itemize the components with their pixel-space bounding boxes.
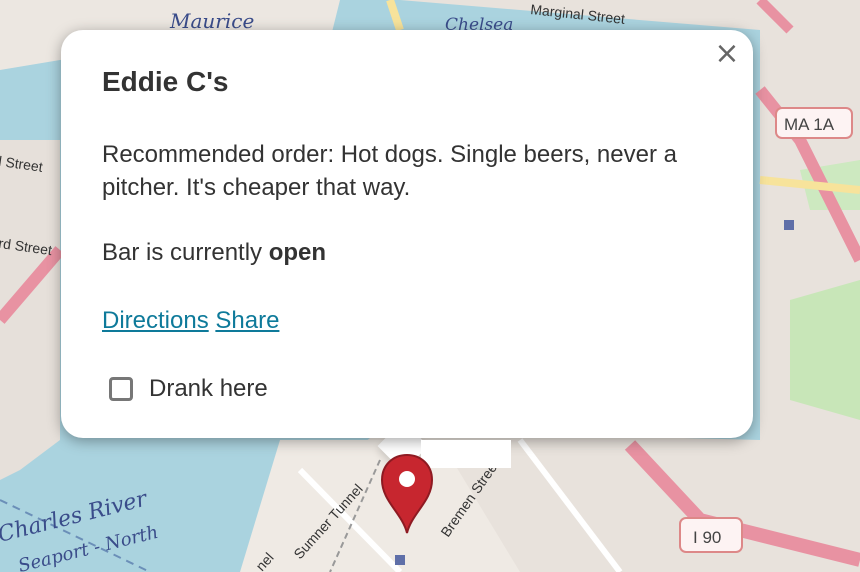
drank-here-checkbox[interactable] <box>109 377 133 401</box>
svg-text:I 90: I 90 <box>693 528 721 547</box>
route-shield-ma-1a: MA 1A <box>775 107 853 139</box>
place-popup: × Eddie C's Recommended order: Hot dogs.… <box>61 30 753 468</box>
popup-links: Directions Share <box>102 307 702 335</box>
status-value: open <box>268 239 327 266</box>
svg-text:MA 1A: MA 1A <box>784 115 835 134</box>
map-pin-icon[interactable] <box>380 453 434 535</box>
place-title: Eddie C's <box>102 66 229 97</box>
drank-here-row: Drank here <box>102 375 702 403</box>
close-button[interactable]: × <box>713 39 741 69</box>
drank-here-label: Drank here <box>149 375 268 402</box>
route-shield-i90: I 90 <box>679 517 743 553</box>
status-prefix: Bar is currently <box>102 239 269 266</box>
share-link[interactable]: Share <box>215 307 279 334</box>
directions-link[interactable]: Directions <box>102 307 209 334</box>
bar-status: Bar is currently open <box>102 239 702 267</box>
place-description: Recommended order: Hot dogs. Single beer… <box>102 141 677 201</box>
